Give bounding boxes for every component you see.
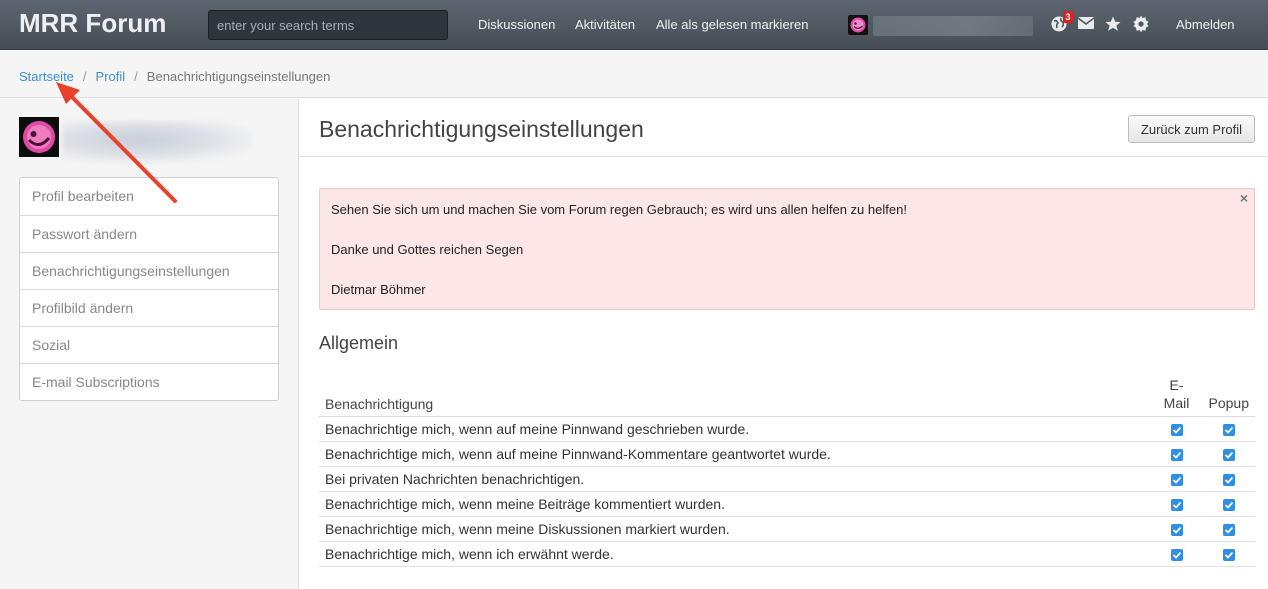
- star-icon[interactable]: [1104, 15, 1122, 33]
- alert-line: Danke und Gottes reichen Segen: [331, 242, 524, 257]
- popup-checkbox[interactable]: [1222, 548, 1235, 561]
- breadcrumb-current: Benachrichtigungseinstellungen: [146, 69, 331, 84]
- notification-label: Benachrichtige mich, wenn auf meine Pinn…: [319, 416, 1151, 442]
- section-title: Allgemein: [319, 333, 399, 353]
- email-cell: [1150, 541, 1203, 567]
- popup-cell: [1202, 516, 1255, 542]
- alert-line: Sehen Sie sich um und machen Sie vom For…: [331, 202, 907, 217]
- nav-link-activity[interactable]: Aktivitäten: [575, 17, 635, 32]
- menu-edit-profile[interactable]: Profil bearbeiten: [20, 178, 278, 215]
- table-row: Benachrichtige mich, wenn auf meine Pinn…: [319, 441, 1255, 467]
- popup-checkbox[interactable]: [1222, 448, 1235, 461]
- nav-link-mark-all-read[interactable]: Alle als gelesen markieren: [656, 17, 808, 32]
- alert-line: Dietmar Böhmer: [331, 282, 426, 297]
- popup-checkbox[interactable]: [1222, 473, 1235, 486]
- email-cell: [1150, 491, 1203, 517]
- email-checkbox[interactable]: [1170, 473, 1183, 486]
- table-row: Benachrichtige mich, wenn auf meine Pinn…: [319, 416, 1255, 442]
- breadcrumb-profile[interactable]: Profil: [96, 69, 126, 84]
- table-row: Benachrichtige mich, wenn ich erwähnt we…: [319, 541, 1255, 567]
- column-header-email: E- Mail: [1150, 371, 1203, 417]
- email-cell: [1150, 516, 1203, 542]
- popup-checkbox[interactable]: [1222, 423, 1235, 436]
- top-navbar: MRR Forum Diskussionen Aktivitäten Alle …: [0, 0, 1268, 50]
- popup-cell: [1202, 466, 1255, 492]
- column-header-notification: Benachrichtigung: [319, 371, 1151, 417]
- breadcrumb-separator: /: [134, 69, 138, 84]
- notification-label: Benachrichtige mich, wenn ich erwähnt we…: [319, 541, 1151, 567]
- breadcrumb-bar: Startseite / Profil / Benachrichtigungseinst…: [0, 51, 1268, 98]
- page-header: Benachrichtigungseinstellungen Zurück zu…: [300, 99, 1268, 157]
- email-cell: [1150, 466, 1203, 492]
- email-checkbox[interactable]: [1170, 448, 1183, 461]
- profile-sidebar: Profil bearbeiten Passwort ändern Benach…: [0, 99, 299, 589]
- nav-link-discussions[interactable]: Diskussionen: [478, 17, 555, 32]
- popup-cell: [1202, 416, 1255, 442]
- email-checkbox[interactable]: [1170, 498, 1183, 511]
- menu-change-password[interactable]: Passwort ändern: [20, 215, 278, 252]
- email-checkbox[interactable]: [1170, 548, 1183, 561]
- search-input[interactable]: [208, 10, 448, 40]
- popup-checkbox[interactable]: [1222, 523, 1235, 536]
- email-checkbox[interactable]: [1170, 523, 1183, 536]
- profile-menu: Profil bearbeiten Passwort ändern Benach…: [19, 177, 279, 401]
- notification-badge: 3: [1063, 11, 1073, 23]
- popup-cell: [1202, 541, 1255, 567]
- notification-label: Benachrichtige mich, wenn meine Beiträge…: [319, 491, 1151, 517]
- notification-table: Benachrichtigung E- Mail Popup Benachrich…: [319, 371, 1255, 567]
- user-avatar[interactable]: [848, 15, 868, 35]
- logout-link[interactable]: Abmelden: [1176, 17, 1235, 32]
- username-redacted[interactable]: [873, 16, 1033, 36]
- brand-logo[interactable]: MRR Forum: [19, 8, 166, 39]
- menu-change-avatar[interactable]: Profilbild ändern: [20, 289, 278, 326]
- menu-notification-settings[interactable]: Benachrichtigungseinstellungen: [20, 252, 278, 289]
- menu-email-subscriptions[interactable]: E-mail Subscriptions: [20, 363, 278, 400]
- notification-label: Benachrichtige mich, wenn auf meine Pinn…: [319, 441, 1151, 467]
- gear-icon[interactable]: [1132, 15, 1150, 33]
- table-row: Bei privaten Nachrichten benachrichtigen…: [319, 466, 1255, 492]
- email-checkbox[interactable]: [1170, 423, 1183, 436]
- popup-cell: [1202, 491, 1255, 517]
- back-to-profile-button[interactable]: Zurück zum Profil: [1128, 115, 1255, 143]
- email-cell: [1150, 416, 1203, 442]
- breadcrumb-home[interactable]: Startseite: [19, 69, 74, 84]
- main-content: Benachrichtigungseinstellungen Zurück zu…: [300, 99, 1268, 589]
- profile-username-redacted: [62, 121, 252, 163]
- breadcrumb: Startseite / Profil / Benachrichtigungseinst…: [19, 69, 330, 84]
- notification-label: Bei privaten Nachrichten benachrichtigen…: [319, 466, 1151, 492]
- alert-close-button[interactable]: ×: [1240, 190, 1248, 206]
- info-alert: Sehen Sie sich um und machen Sie vom For…: [319, 188, 1255, 310]
- table-row: Benachrichtige mich, wenn meine Diskussi…: [319, 516, 1255, 542]
- notification-label: Benachrichtige mich, wenn meine Diskussi…: [319, 516, 1151, 542]
- popup-cell: [1202, 441, 1255, 467]
- table-row: Benachrichtige mich, wenn meine Beiträge…: [319, 491, 1255, 517]
- profile-avatar[interactable]: [19, 117, 59, 157]
- email-cell: [1150, 441, 1203, 467]
- page-title: Benachrichtigungseinstellungen: [319, 116, 644, 142]
- mail-icon[interactable]: [1077, 17, 1096, 35]
- menu-social[interactable]: Sozial: [20, 326, 278, 363]
- breadcrumb-separator: /: [82, 69, 87, 84]
- column-header-popup: Popup: [1202, 371, 1255, 417]
- popup-checkbox[interactable]: [1222, 498, 1235, 511]
